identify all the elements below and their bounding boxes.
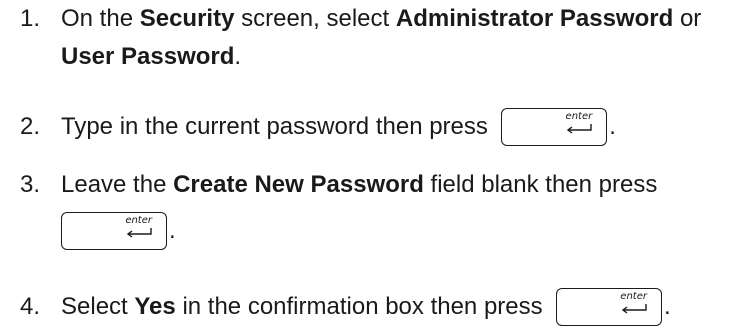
step-text: enter . — [61, 212, 176, 250]
text-segment: On the — [61, 5, 134, 32]
step-text: Leave the Create New Password field blan… — [61, 168, 657, 202]
ui-term-administrator-password: Administrator Password — [395, 5, 674, 32]
enter-key-label: enter — [565, 111, 593, 122]
text-segment: Select — [61, 293, 128, 320]
text-segment: Leave the — [61, 171, 167, 198]
ui-term-yes: Yes — [134, 293, 176, 320]
ui-term-security: Security — [139, 5, 235, 32]
ui-term-create-new-password: Create New Password — [173, 171, 424, 198]
text-segment: . — [609, 113, 616, 140]
step-text: Type in the current password then press … — [61, 108, 616, 146]
enter-return-arrow-icon — [621, 304, 647, 314]
step-text: On the Security screen, select Administr… — [61, 2, 701, 36]
text-segment: in the confirmation box then press — [182, 293, 543, 320]
enter-key: enter — [501, 108, 608, 146]
step-text: Select Yes in the confirmation box then … — [61, 288, 671, 326]
text-segment: screen, select — [241, 5, 390, 32]
text-segment: . — [663, 293, 671, 320]
step-number: 4. — [20, 293, 41, 320]
text-segment: or — [679, 5, 702, 32]
text-segment: Type in the current password then press — [61, 113, 488, 140]
step-number: 1. — [20, 5, 41, 32]
text-segment: . — [234, 43, 242, 70]
step-number: 2. — [20, 113, 41, 140]
step-text: User Password. — [61, 40, 241, 74]
enter-key: enter — [61, 212, 167, 250]
enter-return-arrow-icon — [567, 124, 592, 134]
enter-key-label: enter — [620, 291, 647, 302]
instruction-steps: 1. On the Security screen, select Admini… — [0, 0, 742, 333]
enter-key-label: enter — [125, 215, 152, 226]
ui-term-user-password: User Password — [61, 43, 235, 70]
text-segment: . — [169, 217, 176, 244]
step-number: 3. — [20, 171, 41, 198]
enter-return-arrow-icon — [126, 228, 152, 238]
text-segment: field blank then press — [430, 171, 658, 198]
enter-key: enter — [555, 288, 662, 326]
